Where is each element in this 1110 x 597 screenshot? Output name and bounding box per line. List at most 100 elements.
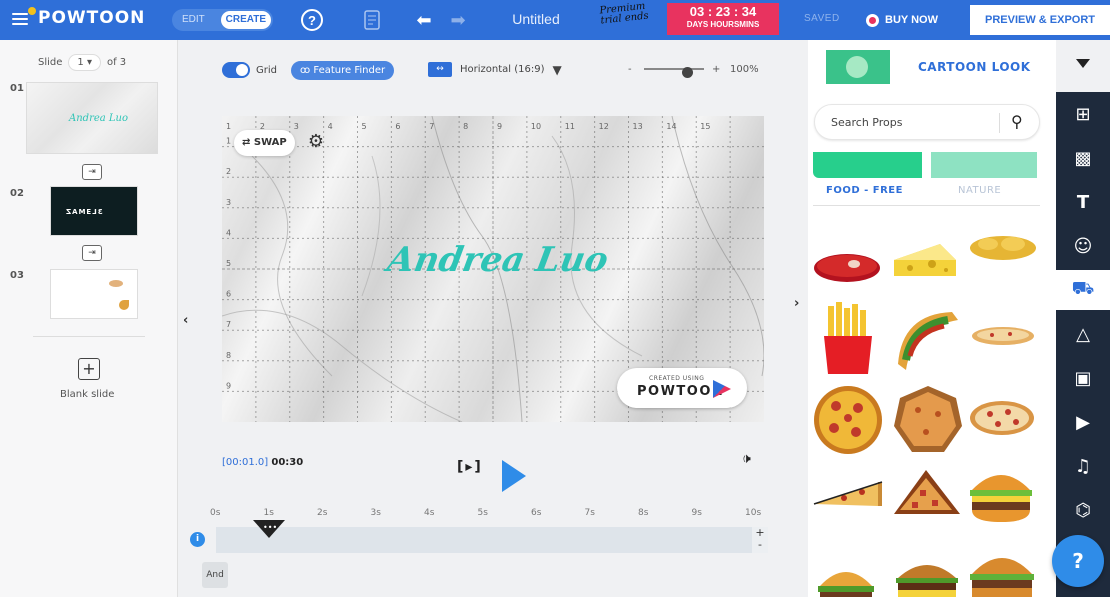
current-time[interactable]: [00:01.0] xyxy=(222,457,268,468)
preview-export-button[interactable]: PREVIEW & EXPORT xyxy=(970,5,1110,35)
voice-icon[interactable]: ⌬ xyxy=(1056,490,1110,530)
grid-row-label: 5 xyxy=(226,259,231,268)
timeline-tick-label: 2s xyxy=(317,508,328,518)
music-icon[interactable]: ♫ xyxy=(1056,446,1110,486)
look-preview-thumb xyxy=(826,50,890,84)
help-icon: ? xyxy=(301,9,323,31)
layout-icon[interactable]: ⊞ xyxy=(1056,94,1110,134)
help-button[interactable]: ? xyxy=(300,8,324,32)
cheese-prop[interactable] xyxy=(892,242,958,280)
video-icon[interactable]: ▶ xyxy=(1056,402,1110,442)
search-divider xyxy=(999,113,1000,133)
mode-edit[interactable]: EDIT xyxy=(182,14,205,25)
grid-toggle[interactable] xyxy=(222,62,250,78)
play-frame-button[interactable]: [▸] xyxy=(457,459,483,475)
burger-prop[interactable] xyxy=(968,466,1034,524)
pizza-pepperoni-prop[interactable] xyxy=(812,384,884,456)
zoom-control[interactable]: - + 100% xyxy=(628,64,759,78)
grid-row-label: 7 xyxy=(226,320,231,329)
pizza-flat-prop[interactable] xyxy=(970,324,1036,348)
slide-thumbnail-1[interactable]: Andrea Luo xyxy=(26,82,158,154)
transition-button[interactable]: ⇥ xyxy=(82,245,102,261)
expand-right-panel-icon[interactable]: › xyxy=(794,296,799,311)
volume-icon[interactable]: 🕩 xyxy=(742,451,751,467)
image-icon[interactable]: ▣ xyxy=(1056,358,1110,398)
slide-number-dropdown[interactable]: 1 ▾ xyxy=(68,54,101,71)
notes-button[interactable] xyxy=(360,8,384,32)
timeline-tick-label: 0s xyxy=(210,508,221,518)
notes-icon xyxy=(364,10,380,30)
swap-button[interactable]: ⇄ SWAP xyxy=(234,130,295,156)
burger-small-prop[interactable] xyxy=(816,562,876,597)
slide-thumbnail-2[interactable]: 3LƎMAZ xyxy=(50,186,138,236)
settings-gear-icon[interactable]: ⚙ xyxy=(304,130,328,154)
fries-prop[interactable] xyxy=(818,302,878,376)
pizza-round-prop[interactable] xyxy=(892,384,964,456)
buy-now-icon xyxy=(866,13,879,27)
shapes-icon[interactable]: △ xyxy=(1056,314,1110,354)
canvas-title-text[interactable]: Andrea Luo xyxy=(384,240,611,280)
pizza-slice-prop[interactable] xyxy=(812,478,884,510)
timeline-tick-label: 1s xyxy=(263,508,274,518)
category-nature-tab[interactable] xyxy=(931,152,1037,178)
timeline-track[interactable] xyxy=(216,527,752,553)
help-chat-button[interactable]: ? xyxy=(1052,535,1104,587)
collapse-left-panel-icon[interactable]: ‹ xyxy=(183,313,188,328)
caret-down-icon[interactable] xyxy=(1076,59,1090,68)
timeline-tick-label: 9s xyxy=(691,508,702,518)
category-divider xyxy=(813,205,1040,206)
category-food-tab[interactable] xyxy=(813,152,922,178)
transition-button[interactable]: ⇥ xyxy=(82,164,102,180)
undo-button[interactable]: ⬅ xyxy=(412,8,436,32)
characters-icon[interactable]: ☺ xyxy=(1056,226,1110,266)
slide-canvas[interactable]: 1 2 3 4 5 6 7 8 9 10 11 12 13 14 15 1 2 3 4 5 6 7 8 9 ⇄ SWAP ⚙ … xyxy=(222,116,764,422)
grid-column-label: 6 xyxy=(395,122,400,131)
search-icon[interactable]: ⚲ xyxy=(1011,112,1023,131)
pizza-whole-prop[interactable] xyxy=(968,398,1036,438)
taco-prop[interactable] xyxy=(892,304,962,374)
slide-current: 1 xyxy=(77,57,84,68)
mode-create[interactable]: CREATE xyxy=(220,11,271,29)
zoom-value: 100% xyxy=(730,64,759,75)
grid-column-label: 5 xyxy=(362,122,367,131)
info-icon[interactable]: i xyxy=(190,532,205,547)
zoom-in[interactable]: + xyxy=(712,64,720,75)
grid-label: Grid xyxy=(256,65,277,76)
burger-double-prop[interactable] xyxy=(894,556,960,597)
category-label[interactable]: NATURE xyxy=(958,185,1001,196)
look-selector[interactable]: CARTOON LOOK xyxy=(826,50,1031,84)
steak-prop[interactable] xyxy=(812,250,882,284)
props-icon[interactable]: ⛟ xyxy=(1056,270,1110,310)
trial-countdown[interactable]: 03 : 23 : 34 DAYS HOURSMINS xyxy=(667,3,779,35)
undo-icon: ⬅ xyxy=(416,9,432,30)
mode-switch[interactable]: EDIT CREATE xyxy=(172,9,273,31)
total-time[interactable]: 00:30 xyxy=(271,457,303,468)
orientation-dropdown[interactable]: ↔ Horizontal (16:9) ▼ xyxy=(428,62,562,77)
powtoon-logo: POWTOON xyxy=(38,8,146,28)
presentation-title[interactable]: Untitled xyxy=(496,11,576,27)
playhead-handle[interactable]: ••• xyxy=(253,520,285,538)
category-label[interactable]: FOOD - FREE xyxy=(826,185,903,196)
swap-label: SWAP xyxy=(253,137,287,148)
play-icon[interactable] xyxy=(502,460,526,492)
thumb-text: 3LƎMAZ xyxy=(65,208,103,216)
redo-button[interactable]: ➡ xyxy=(446,8,470,32)
search-props[interactable]: Search Props ⚲ xyxy=(814,104,1040,140)
zoom-knob[interactable] xyxy=(682,67,693,78)
pizza-slice-pixel-prop[interactable] xyxy=(892,468,962,518)
search-input[interactable]: Search Props xyxy=(831,116,902,129)
add-blank-slide-button[interactable]: + xyxy=(78,358,100,380)
menu-button[interactable]: POWTOON xyxy=(12,7,146,28)
timeline-element-tag[interactable]: And xyxy=(202,562,228,588)
background-icon[interactable]: ▩ xyxy=(1056,138,1110,178)
buy-now-button[interactable]: BUY NOW xyxy=(866,8,938,32)
zoom-slider[interactable] xyxy=(644,67,704,78)
chips-prop[interactable] xyxy=(968,232,1038,262)
timeline-zoom-out[interactable]: - xyxy=(752,539,768,551)
text-icon[interactable]: T xyxy=(1056,182,1110,222)
slide-thumbnail-3[interactable] xyxy=(50,269,138,319)
zoom-out[interactable]: - xyxy=(628,64,632,75)
burger-large-prop[interactable] xyxy=(968,546,1036,597)
timeline-tick-label: 5s xyxy=(477,508,488,518)
feature-finder-button[interactable]: ꝏ Feature Finder xyxy=(291,61,395,80)
